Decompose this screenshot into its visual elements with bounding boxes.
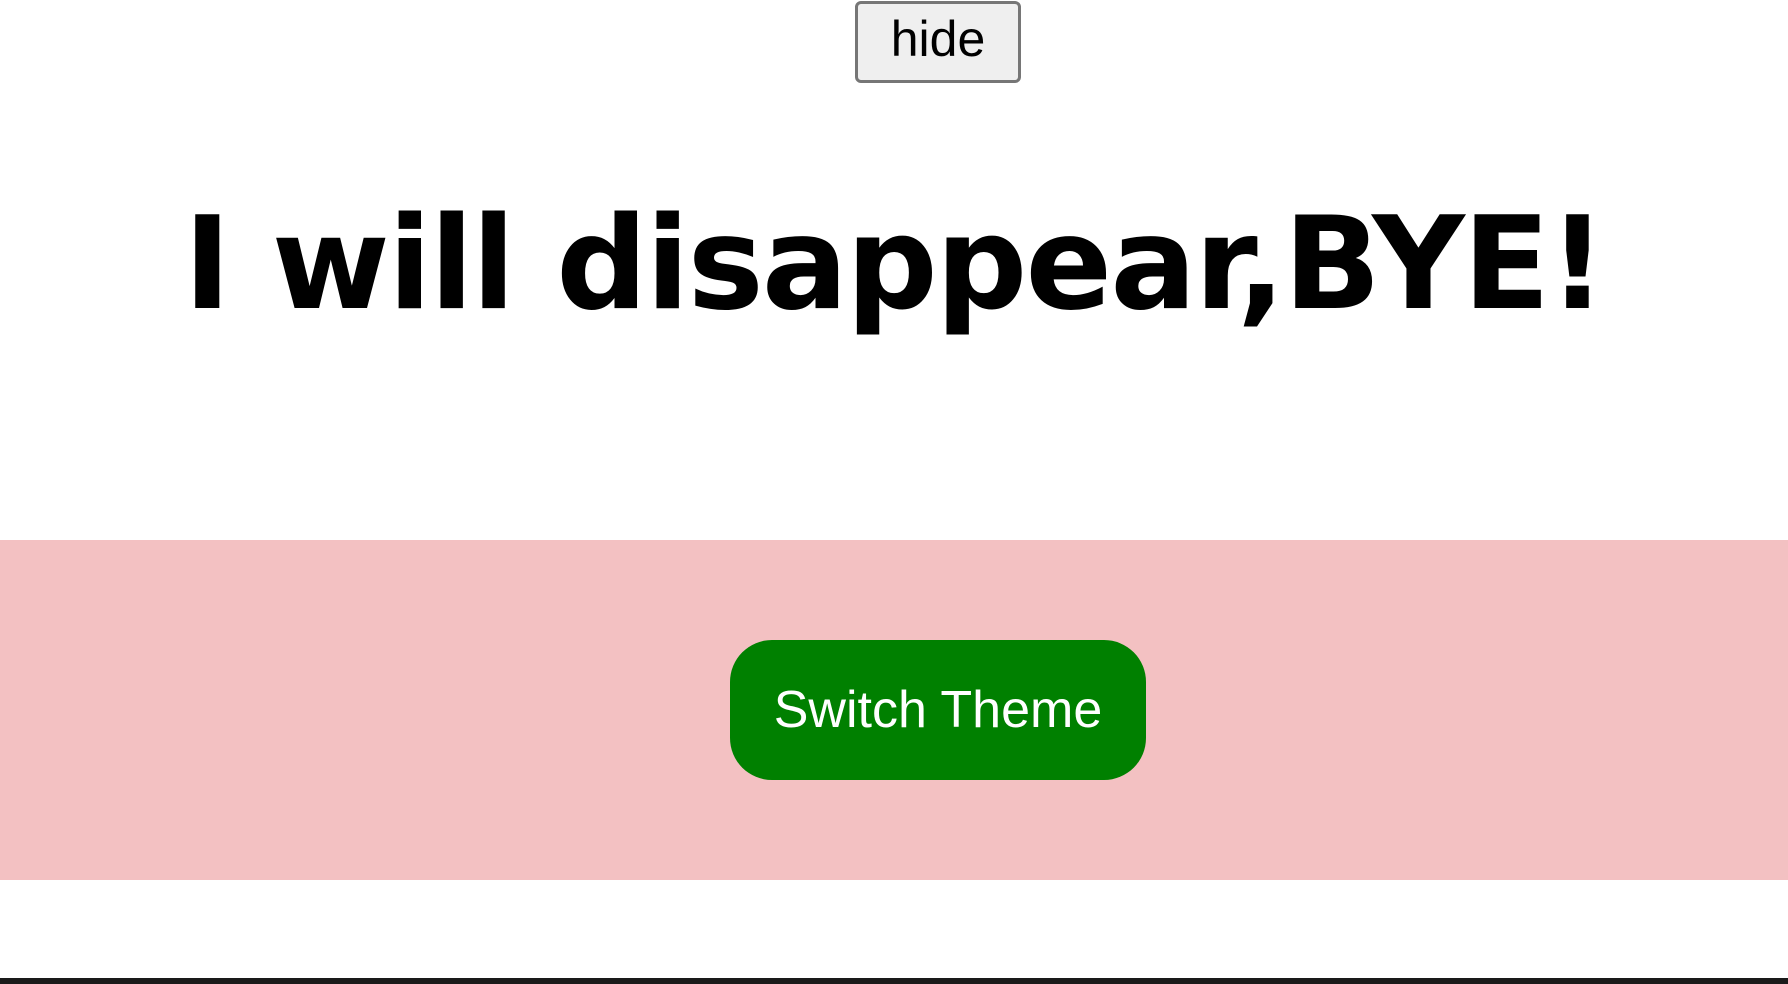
switch-theme-button[interactable]: Switch Theme [730, 640, 1146, 780]
bottom-divider [0, 978, 1788, 984]
page-heading: I will disappear,BYE! [183, 190, 1606, 339]
hide-button[interactable]: hide [855, 1, 1021, 83]
page: hide I will disappear,BYE! Switch Theme [0, 0, 1788, 984]
theme-section: Switch Theme [0, 540, 1788, 880]
